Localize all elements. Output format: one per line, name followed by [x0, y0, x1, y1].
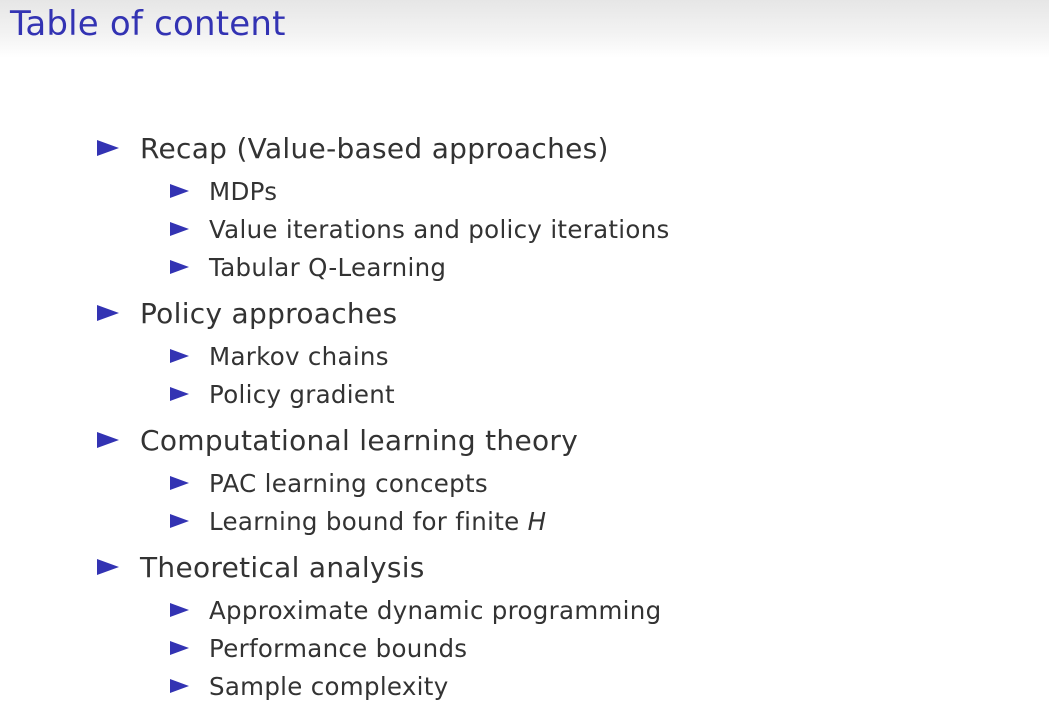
triangle-right-icon [170, 184, 189, 198]
toc-subitem: Value iterations and policy iterations [97, 210, 997, 248]
triangle-right-icon [170, 603, 189, 617]
toc-subitem: Learning bound for finite H [97, 502, 997, 540]
toc-subitem: Performance bounds [97, 629, 997, 667]
triangle-right-icon [97, 559, 119, 575]
toc-section-label: Theoretical analysis [140, 550, 425, 584]
triangle-right-icon [97, 140, 119, 156]
toc-sublist: Markov chains Policy gradient [97, 337, 997, 413]
toc-subitem: Policy gradient [97, 375, 997, 413]
triangle-right-icon [170, 641, 189, 655]
triangle-right-icon [170, 349, 189, 363]
toc-subitem-label: Performance bounds [209, 633, 468, 663]
toc-section-heading: Theoretical analysis [97, 543, 997, 591]
triangle-right-icon [170, 476, 189, 490]
toc-subitem: Sample complexity [97, 667, 997, 705]
triangle-right-icon [170, 679, 189, 693]
toc-section-heading: Recap (Value-based approaches) [97, 124, 997, 172]
toc-subitem-label: Policy gradient [209, 379, 395, 409]
toc-subitem-label: Markov chains [209, 341, 389, 371]
toc-subitem-text: Learning bound for finite [209, 506, 528, 536]
toc-subitem-label: Approximate dynamic programming [209, 595, 662, 625]
toc-section: Computational learning theory PAC learni… [97, 416, 997, 540]
toc-subitem-label: PAC learning concepts [209, 468, 488, 498]
toc-subitem: Approximate dynamic programming [97, 591, 997, 629]
toc-section-heading: Policy approaches [97, 289, 997, 337]
toc-subitem: Tabular Q-Learning [97, 248, 997, 286]
toc-subitem: PAC learning concepts [97, 464, 997, 502]
triangle-right-icon [170, 222, 189, 236]
slide-title: Table of content [10, 4, 286, 44]
toc-sublist: MDPs Value iterations and policy iterati… [97, 172, 997, 286]
toc-section: Policy approaches Markov chains Policy g… [97, 289, 997, 413]
toc-sublist: Approximate dynamic programming Performa… [97, 591, 997, 705]
toc-subitem: Markov chains [97, 337, 997, 375]
toc-subitem: MDPs [97, 172, 997, 210]
math-symbol-h: H [527, 506, 547, 536]
toc-sublist: PAC learning concepts Learning bound for… [97, 464, 997, 540]
table-of-contents: Recap (Value-based approaches) MDPs Valu… [97, 124, 997, 708]
toc-subitem-label: Value iterations and policy iterations [209, 214, 670, 244]
triangle-right-icon [170, 260, 189, 274]
toc-section-label: Computational learning theory [140, 423, 579, 457]
triangle-right-icon [170, 387, 189, 401]
toc-section: Recap (Value-based approaches) MDPs Valu… [97, 124, 997, 286]
toc-section-label: Recap (Value-based approaches) [140, 131, 609, 165]
triangle-right-icon [170, 514, 189, 528]
toc-section-label: Policy approaches [140, 296, 398, 330]
triangle-right-icon [97, 432, 119, 448]
toc-section-heading: Computational learning theory [97, 416, 997, 464]
triangle-right-icon [97, 305, 119, 321]
toc-subitem-label: MDPs [209, 176, 278, 206]
toc-subitem-label: Learning bound for finite H [209, 507, 546, 536]
toc-section: Theoretical analysis Approximate dynamic… [97, 543, 997, 705]
toc-subitem-label: Tabular Q-Learning [209, 252, 447, 282]
toc-subitem-label: Sample complexity [209, 671, 449, 701]
